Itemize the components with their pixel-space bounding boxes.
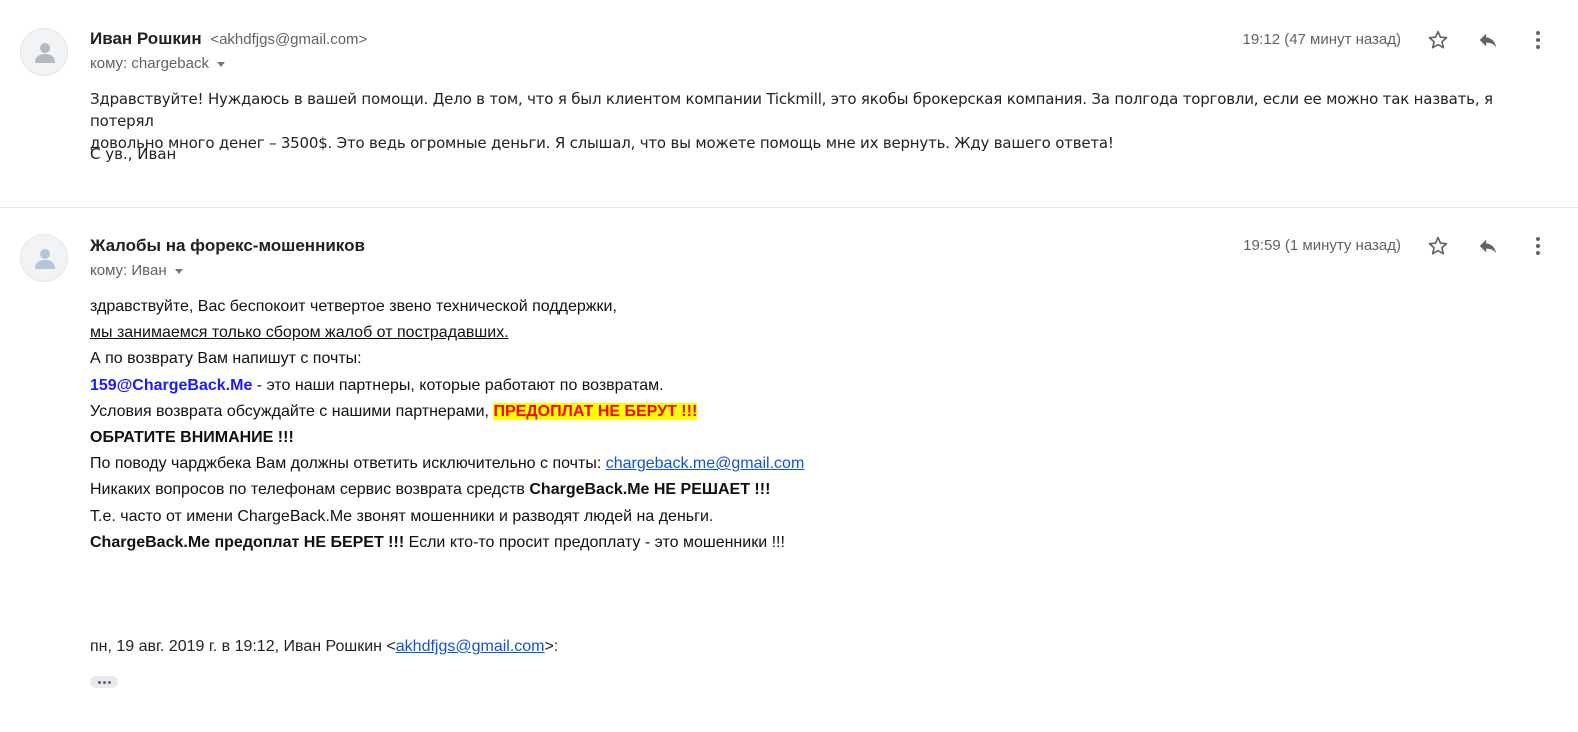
body-text: Если кто-то просит предоплату - это моше… — [404, 533, 785, 551]
sender: Жалобы на форекс-мошенников — [90, 236, 365, 256]
email-link[interactable]: chargeback.me@gmail.com — [606, 455, 805, 472]
recipient-line[interactable]: кому: Иван — [90, 262, 183, 279]
more-options-button[interactable] — [1525, 27, 1551, 53]
sender-avatar[interactable] — [20, 28, 68, 76]
body-line: А по возврату Вам напишут с почты: — [90, 350, 362, 368]
body-line: довольно много денег – 3500$. Это ведь о… — [90, 134, 1114, 152]
body-text: Никаких вопросов по телефонам сервис воз… — [90, 481, 530, 499]
quote-suffix: >: — [544, 638, 559, 655]
recipient-text: кому: Иван — [90, 262, 167, 279]
quote-header: пн, 19 авг. 2019 г. в 19:12, Иван Рошкин… — [90, 638, 558, 656]
signature: С ув., Иван — [90, 145, 177, 163]
show-trimmed-content-button[interactable] — [90, 676, 118, 688]
quote-email-link[interactable]: akhdfjgs@gmail.com — [396, 638, 545, 655]
underlined-text: мы занимаемся только сбором жалоб от пос… — [90, 324, 509, 342]
reply-button[interactable] — [1475, 233, 1501, 259]
recipient-text: кому: chargeback — [90, 55, 209, 72]
star-icon — [1428, 30, 1448, 49]
message-time: 19:12 (47 минут назад) — [1242, 31, 1402, 48]
body-line: Никаких вопросов по телефонам сервис воз… — [90, 477, 804, 503]
more-vert-icon — [1536, 31, 1540, 49]
body-text: По поводу чарджбека Вам должны ответить … — [90, 455, 606, 473]
email-message-2: Жалобы на форекс-мошенников кому: Иван 1… — [0, 208, 1578, 732]
message-body: здравствуйте, Вас беспокоит четвертое зв… — [90, 294, 804, 556]
caret-down-icon[interactable] — [216, 61, 225, 67]
body-line: Здравствуйте! Нуждаюсь в вашей помощи. Д… — [90, 90, 1493, 130]
more-options-button[interactable] — [1525, 233, 1551, 259]
warning-highlight: ПРЕДОПЛАТ НЕ БЕРУТ !!! — [493, 402, 698, 420]
bold-text: ChargeBack.Me НЕ РЕШАЕТ !!! — [529, 481, 771, 499]
caret-down-icon[interactable] — [174, 268, 183, 274]
sender-name[interactable]: Иван Рошкин — [90, 29, 202, 48]
body-line: 159@ChargeBack.Me - это наши партнеры, к… — [90, 373, 804, 399]
body-text: - это наши партнеры, которые работают по… — [252, 376, 664, 394]
body-text: Условия возврата обсуждайте с нашими пар… — [90, 402, 494, 420]
body-line: Условия возврата обсуждайте с нашими пар… — [90, 399, 804, 425]
partner-email: 159@ChargeBack.Me — [90, 376, 253, 394]
more-vert-icon — [1536, 237, 1540, 255]
sender-name[interactable]: Жалобы на форекс-мошенников — [90, 236, 365, 255]
body-line: здравствуйте, Вас беспокоит четвертое зв… — [90, 298, 617, 315]
person-icon — [35, 43, 55, 63]
sender-email: <akhdfjgs@gmail.com> — [210, 31, 368, 48]
ellipsis-icon — [97, 680, 101, 684]
ellipsis-icon — [102, 680, 106, 684]
reply-button[interactable] — [1475, 27, 1501, 53]
star-icon — [1428, 236, 1448, 255]
sender-avatar[interactable] — [20, 234, 68, 282]
recipient-line[interactable]: кому: chargeback — [90, 55, 225, 72]
bold-text: ChargeBack.Me предоплат НЕ БЕРЕТ !!! — [90, 533, 405, 551]
ellipsis-icon — [107, 680, 111, 684]
reply-icon — [1479, 239, 1497, 254]
star-button[interactable] — [1425, 27, 1451, 53]
sender: Иван Рошкин <akhdfjgs@gmail.com> — [90, 29, 367, 49]
body-line: мы занимаемся только сбором жалоб от пос… — [90, 320, 804, 346]
message-time: 19:59 (1 минуту назад) — [1243, 237, 1401, 254]
quote-prefix: пн, 19 авг. 2019 г. в 19:12, Иван Рошкин… — [90, 638, 396, 655]
body-line: ОБРАТИТЕ ВНИМАНИЕ !!! — [90, 428, 294, 446]
body-line: По поводу чарджбека Вам должны ответить … — [90, 451, 804, 477]
body-line: ChargeBack.Me предоплат НЕ БЕРЕТ !!! Есл… — [90, 530, 804, 556]
email-message-1: Иван Рошкин <akhdfjgs@gmail.com> кому: c… — [0, 0, 1578, 208]
body-line: Т.е. часто от имени ChargeBack.Me звонят… — [90, 507, 714, 525]
person-icon — [35, 249, 55, 269]
reply-icon — [1479, 33, 1497, 48]
message-body: Здравствуйте! Нуждаюсь в вашей помощи. Д… — [90, 88, 1560, 154]
star-button[interactable] — [1425, 233, 1451, 259]
